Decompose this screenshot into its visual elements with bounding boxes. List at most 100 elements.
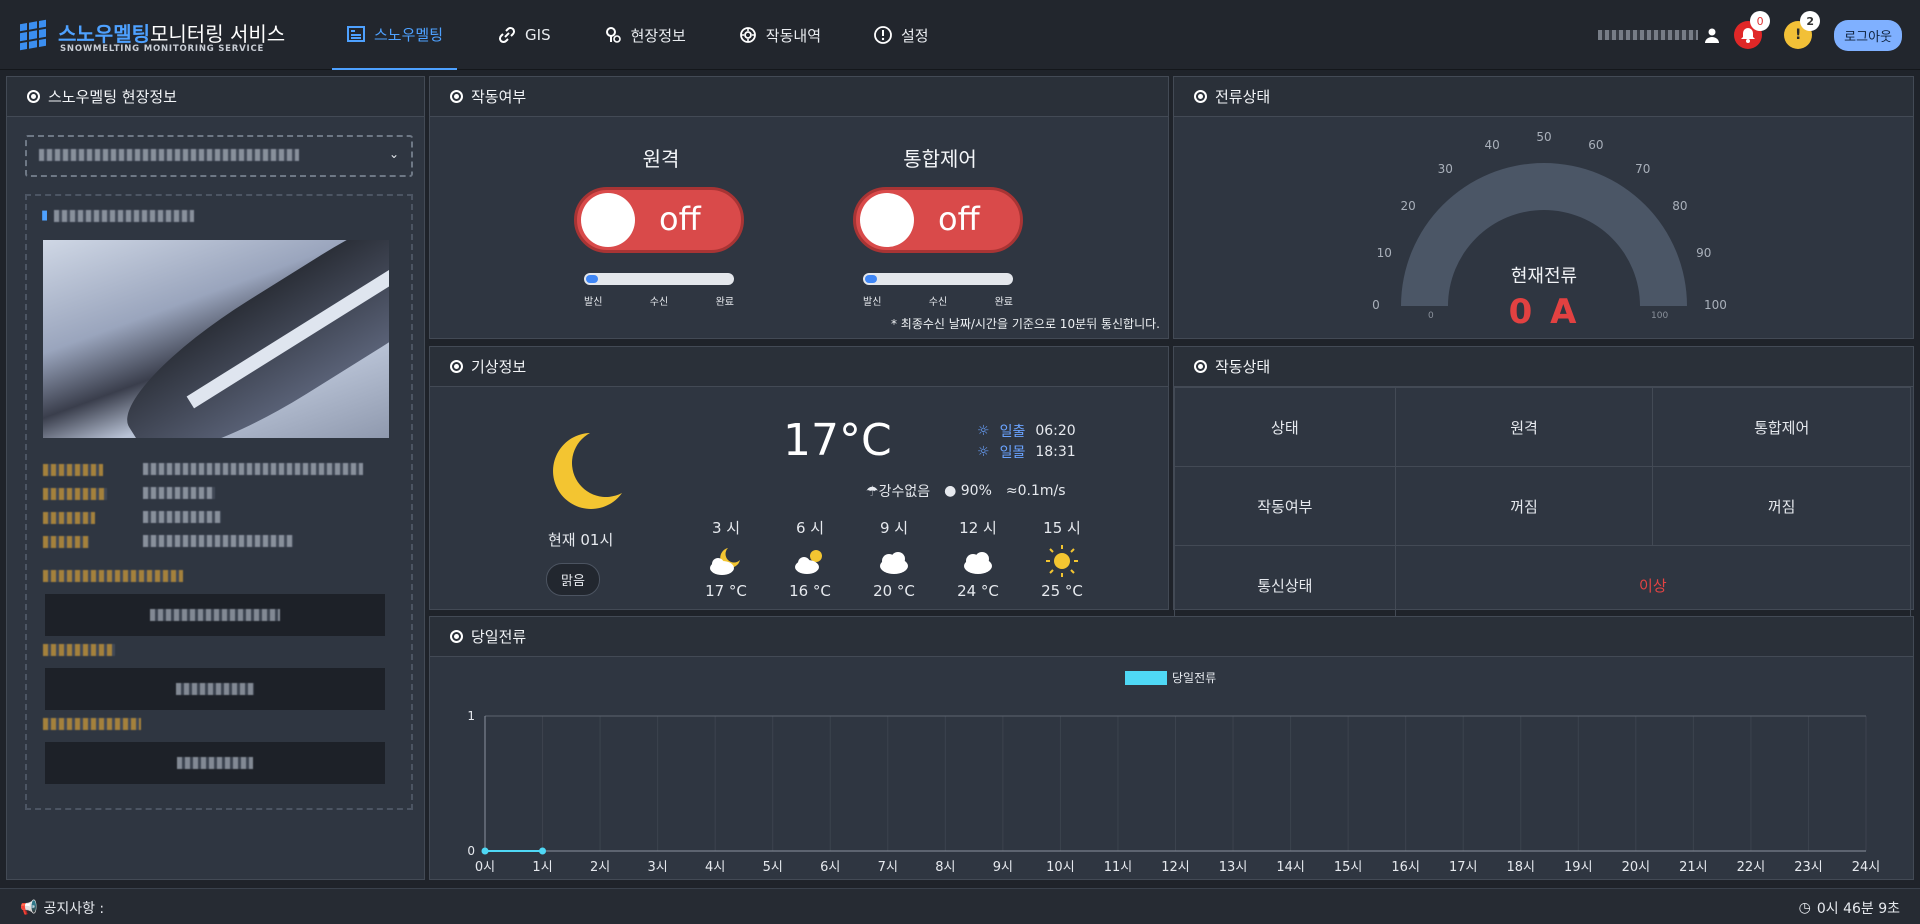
- gauge-min-label: 0: [1428, 311, 1434, 321]
- current-hour-label: 현재 01시: [548, 531, 614, 549]
- progress-labels: 발신 수신 완료: [584, 297, 734, 308]
- x-tick-label: 15시: [1334, 860, 1363, 875]
- gauge-tick-label: 60: [1588, 138, 1604, 153]
- gauge-tick-label: 100: [1704, 298, 1727, 312]
- link-icon: [498, 26, 516, 44]
- switch-knob: [860, 193, 914, 247]
- site-icon: ▮: [41, 208, 49, 223]
- table-row: 상태 원격 통합제어: [1174, 387, 1911, 467]
- table-cell: 꺼짐: [1652, 466, 1911, 546]
- table-row: 작동여부 꺼짐 꺼짐: [1174, 466, 1911, 546]
- exclamation-icon: !: [1794, 27, 1802, 43]
- cloud-icon: [964, 552, 992, 574]
- table-cell: 작동여부: [1174, 466, 1396, 546]
- user-name: [1598, 30, 1699, 40]
- x-tick-label: 17시: [1449, 860, 1478, 875]
- weather-details: ☂강수없음 ● 90% ≈0.1m/s: [866, 481, 1066, 501]
- nav-label: 설정: [901, 26, 929, 45]
- x-tick-label: 11시: [1104, 860, 1133, 875]
- x-tick-label: 6시: [820, 860, 840, 875]
- x-tick-label: 7시: [878, 860, 898, 875]
- info-field: [45, 668, 385, 710]
- gauge-tick-label: 90: [1696, 246, 1712, 261]
- sun-cloud-icon: [795, 550, 822, 574]
- panel-header: 작동여부: [430, 77, 1168, 117]
- table-cell: 통신상태: [1174, 545, 1396, 625]
- switch-state: off: [938, 200, 980, 238]
- camera-image[interactable]: [43, 240, 389, 438]
- condition-badge: 맑음: [546, 563, 600, 596]
- gauge-tick-label: 30: [1437, 162, 1453, 177]
- app-logo[interactable]: 스노우멜팅모니터링 서비스 SNOWMELTING MONITORING SER…: [20, 16, 290, 56]
- integrated-control-switch[interactable]: off: [853, 187, 1023, 253]
- communication-status: 이상: [1394, 545, 1912, 625]
- forecast-item: 6 시 16 °C: [789, 519, 831, 600]
- table-header-cell: 원격: [1394, 387, 1654, 467]
- bullet-icon: [1194, 90, 1207, 103]
- logout-button[interactable]: 로그아웃: [1834, 19, 1902, 51]
- bullet-icon: [450, 630, 463, 643]
- sunrise-row: ☼ 일출 06:20: [977, 423, 1076, 440]
- weather-panel: 기상정보 현재 01시 맑음 17°C ☼ 일출 06:20 ☼ 일몰 18:31 ☂강…: [429, 346, 1169, 610]
- section-label: [43, 642, 115, 656]
- table-row: 통신상태 이상: [1174, 545, 1912, 625]
- gauge-tick-label: 80: [1672, 199, 1688, 214]
- x-tick-label: 13시: [1219, 860, 1248, 875]
- site-info-row: [43, 534, 293, 548]
- moon-icon: [553, 433, 622, 509]
- gauge-label: 현재전류: [1510, 266, 1578, 287]
- panel-title: 스노우멜팅 현장정보: [48, 88, 177, 106]
- site-name: ▮: [41, 208, 195, 223]
- x-tick-label: 19시: [1564, 860, 1593, 875]
- progress-labels: 발신 수신 완료: [863, 297, 1013, 308]
- app-title: 스노우멜팅모니터링 서비스: [58, 22, 286, 46]
- x-tick-label: 3시: [648, 860, 668, 875]
- panel-header: 스노우멜팅 현장정보: [7, 77, 424, 117]
- x-tick-label: 8시: [935, 860, 955, 875]
- x-tick-label: 16시: [1391, 860, 1420, 875]
- site-detail-box: ▮: [25, 194, 413, 810]
- logo-grid-icon: [20, 19, 46, 51]
- forecast-item: 15 시 25 °C: [1041, 519, 1083, 600]
- forecast-item: 3 시 17 °C: [705, 519, 747, 600]
- nav-label: 현장정보: [630, 26, 686, 45]
- user-icon[interactable]: [1704, 27, 1720, 43]
- nav-settings[interactable]: 설정: [861, 0, 941, 70]
- bullet-icon: [1194, 360, 1207, 373]
- gauge-tick-label: 70: [1635, 162, 1651, 177]
- alarm-button[interactable]: 0: [1734, 11, 1771, 49]
- status-table: 상태 원격 통합제어 작동여부 꺼짐 꺼짐 통신상태 이상: [1174, 387, 1912, 625]
- nav-label: 작동내역: [765, 26, 821, 45]
- nav-snowmelting[interactable]: 스노우멜팅: [332, 0, 458, 70]
- site-info-row: [43, 462, 363, 476]
- operation-panel: 작동여부 원격 off 발신 수신 완료 통합제어 off 발신 수신 완료 * 최종수…: [429, 76, 1169, 339]
- current-status-panel: 전류상태 0 10 20 30 40 50 60 70 80 90 100 0 100 현재전류 0…: [1173, 76, 1914, 339]
- table-header-cell: 통합제어: [1652, 387, 1911, 467]
- nav-gis[interactable]: GIS: [485, 0, 563, 70]
- moon-cloud-icon: [710, 548, 740, 575]
- switch-state: off: [659, 200, 701, 238]
- bullet-icon: [450, 360, 463, 373]
- clock-time: 0시 46분 9초: [1816, 901, 1900, 917]
- nav-site-info[interactable]: 현장정보: [591, 0, 698, 70]
- history-icon: [739, 27, 756, 43]
- switch-knob: [581, 193, 635, 247]
- nav-label: GIS: [525, 26, 551, 44]
- main-nav: 스노우멜팅 GIS 현장정보 작동내역 설정: [332, 0, 969, 70]
- x-tick-label: 10시: [1046, 860, 1075, 875]
- gauge-tick-label: 10: [1376, 246, 1392, 261]
- location-icon: [605, 27, 621, 43]
- clock-icon: ◷: [1798, 900, 1811, 916]
- nav-operation-history[interactable]: 작동내역: [726, 0, 833, 70]
- panel-title: 전류상태: [1215, 88, 1271, 106]
- x-tick-label: 23시: [1794, 860, 1823, 875]
- table-header-cell: 상태: [1174, 387, 1396, 467]
- warning-button[interactable]: ! 2: [1784, 11, 1821, 49]
- remote-switch[interactable]: off: [574, 187, 744, 253]
- site-select[interactable]: ⌄: [25, 135, 413, 177]
- app-subtitle: SNOWMELTING MONITORING SERVICE: [60, 44, 265, 54]
- chevron-down-icon: ⌄: [388, 147, 399, 161]
- legend-swatch: [1125, 671, 1167, 685]
- cloud-icon: [880, 552, 908, 574]
- remote-progress: [584, 273, 734, 285]
